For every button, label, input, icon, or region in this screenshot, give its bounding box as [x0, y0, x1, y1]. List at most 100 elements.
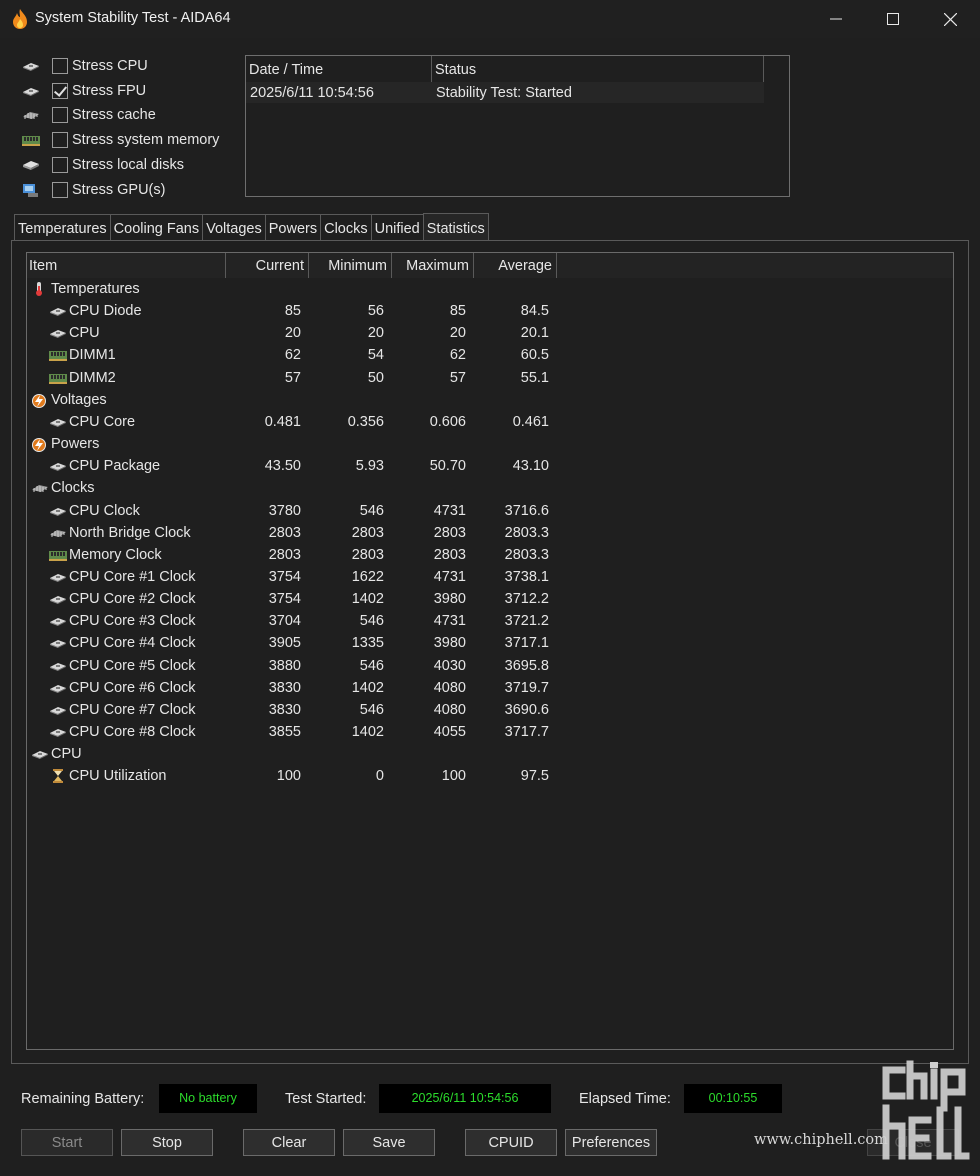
stress-checkbox[interactable]: [52, 82, 68, 99]
event-log[interactable]: Date / Time Status 2025/6/11 10:54:56 St…: [245, 55, 790, 197]
table-row[interactable]: CPU Core #2 Clock 3754 1402 3980 3712.2: [27, 588, 953, 610]
value-minimum: 54: [367, 347, 384, 364]
memory-module-icon: [49, 548, 67, 562]
close-window-button[interactable]: [922, 0, 978, 38]
header-current[interactable]: Current: [226, 253, 309, 278]
table-row[interactable]: CPU 20 20 20 20.1: [27, 322, 953, 344]
value-average: 3717.7: [504, 724, 549, 740]
value-minimum: 50: [367, 369, 384, 386]
stress-checkbox[interactable]: [52, 156, 68, 173]
row-label: Clocks: [51, 480, 95, 497]
table-row[interactable]: Memory Clock 2803 2803 2803 2803.3: [27, 544, 953, 566]
value-maximum: 50.70: [429, 458, 466, 475]
row-label: Voltages: [51, 391, 107, 408]
group-row[interactable]: Clocks: [27, 477, 953, 499]
window-title: System Stability Test - AIDA64: [35, 10, 231, 26]
group-row[interactable]: Voltages: [27, 389, 953, 411]
group-row[interactable]: Temperatures: [27, 278, 953, 300]
preferences-button[interactable]: Preferences: [565, 1129, 657, 1156]
cpu-chip-icon: [49, 304, 67, 318]
table-row[interactable]: CPU Core #1 Clock 3754 1622 4731 3738.1: [27, 566, 953, 588]
clear-button[interactable]: Clear: [243, 1129, 335, 1156]
value-maximum: 20: [449, 325, 466, 342]
value-maximum: 4731: [433, 568, 466, 585]
tab-statistics[interactable]: Statistics: [422, 213, 489, 241]
value-maximum: 4030: [433, 657, 466, 674]
stress-option[interactable]: Stress system memory: [20, 129, 240, 151]
stress-option[interactable]: Stress cache: [20, 104, 240, 126]
value-minimum: 1335: [351, 635, 384, 652]
cpu-chip-icon: [49, 592, 67, 606]
tab-clocks[interactable]: Clocks: [320, 214, 371, 241]
table-row[interactable]: CPU Diode 85 56 85 84.5: [27, 300, 953, 322]
maximize-button[interactable]: [865, 0, 921, 38]
table-row[interactable]: DIMM1 62 54 62 60.5: [27, 344, 953, 366]
value-current: 43.50: [264, 458, 301, 475]
header-minimum[interactable]: Minimum: [309, 253, 392, 278]
row-label: Memory Clock: [69, 546, 162, 563]
row-label: DIMM2: [69, 369, 116, 386]
table-row[interactable]: CPU Utilization 100 0 100 97.5: [27, 765, 953, 787]
value-minimum: 1622: [351, 568, 384, 585]
stress-option[interactable]: Stress CPU: [20, 55, 240, 77]
value-minimum: 546: [359, 502, 384, 519]
row-label: CPU Core #4 Clock: [69, 635, 196, 652]
table-row[interactable]: CPU Core #6 Clock 3830 1402 4080 3719.7: [27, 677, 953, 699]
cpu-chip-icon: [49, 659, 67, 673]
table-row[interactable]: CPU Core 0.481 0.356 0.606 0.461: [27, 411, 953, 433]
stress-checkbox[interactable]: [52, 181, 68, 198]
tab-powers[interactable]: Powers: [264, 214, 321, 241]
tab-cooling-fans[interactable]: Cooling Fans: [109, 214, 203, 241]
header-maximum[interactable]: Maximum: [392, 253, 474, 278]
log-header-status[interactable]: Status: [432, 56, 764, 82]
group-row[interactable]: CPU: [27, 743, 953, 765]
tab-temperatures[interactable]: Temperatures: [14, 214, 110, 241]
table-row[interactable]: CPU Package 43.50 5.93 50.70 43.10: [27, 455, 953, 477]
table-row[interactable]: CPU Core #8 Clock 3855 1402 4055 3717.7: [27, 721, 953, 743]
header-item[interactable]: Item: [27, 253, 226, 278]
stress-checkbox[interactable]: [52, 107, 68, 124]
save-button[interactable]: Save: [343, 1129, 435, 1156]
table-row[interactable]: CPU Core #4 Clock 3905 1335 3980 3717.1: [27, 632, 953, 654]
table-row[interactable]: North Bridge Clock 2803 2803 2803 2803.3: [27, 522, 953, 544]
row-label: CPU Core #1 Clock: [69, 568, 196, 585]
table-row[interactable]: CPU Clock 3780 546 4731 3716.6: [27, 500, 953, 522]
value-maximum: 4055: [433, 724, 466, 740]
value-average: 3716.6: [504, 502, 549, 519]
row-label: Powers: [51, 436, 100, 453]
battery-label: Remaining Battery:: [21, 1091, 145, 1107]
tab-unified[interactable]: Unified: [370, 214, 423, 241]
tab-voltages[interactable]: Voltages: [202, 214, 265, 241]
stress-option[interactable]: Stress local disks: [20, 154, 240, 176]
log-header-datetime[interactable]: Date / Time: [246, 56, 432, 82]
hourglass-icon: [49, 769, 67, 784]
table-row[interactable]: CPU Core #5 Clock 3880 546 4030 3695.8: [27, 655, 953, 677]
cpuid-button[interactable]: CPUID: [465, 1129, 557, 1156]
value-minimum: 546: [359, 701, 384, 718]
test-started-display: 2025/6/11 10:54:56: [379, 1084, 551, 1113]
battery-display: No battery: [159, 1084, 257, 1113]
stress-option[interactable]: Stress GPU(s): [20, 179, 240, 201]
cpu-chip-icon: [49, 636, 67, 650]
minimize-icon: [830, 18, 842, 20]
group-row[interactable]: Powers: [27, 433, 953, 455]
value-current: 3754: [268, 568, 301, 585]
table-row[interactable]: CPU Core #7 Clock 3830 546 4080 3690.6: [27, 699, 953, 721]
table-row[interactable]: DIMM2 57 50 57 55.1: [27, 367, 953, 389]
table-row[interactable]: CPU Core #3 Clock 3704 546 4731 3721.2: [27, 610, 953, 632]
value-maximum: 4731: [433, 502, 466, 519]
value-average: 43.10: [512, 458, 549, 475]
stress-option[interactable]: Stress FPU: [20, 80, 240, 102]
header-average[interactable]: Average: [474, 253, 557, 278]
start-button[interactable]: Start: [21, 1129, 113, 1156]
statistics-table[interactable]: Item Current Minimum Maximum Average Tem…: [26, 252, 954, 1050]
minimize-button[interactable]: [808, 0, 864, 38]
stress-checkbox[interactable]: [52, 58, 68, 74]
value-minimum: 1402: [351, 591, 384, 608]
stop-button[interactable]: Stop: [121, 1129, 213, 1156]
stress-checkbox[interactable]: [52, 132, 68, 149]
log-row[interactable]: 2025/6/11 10:54:56 Stability Test: Start…: [246, 82, 764, 103]
value-current: 3855: [268, 724, 301, 740]
aida64-flame-icon: [13, 9, 27, 29]
lightning-icon: [31, 393, 49, 408]
